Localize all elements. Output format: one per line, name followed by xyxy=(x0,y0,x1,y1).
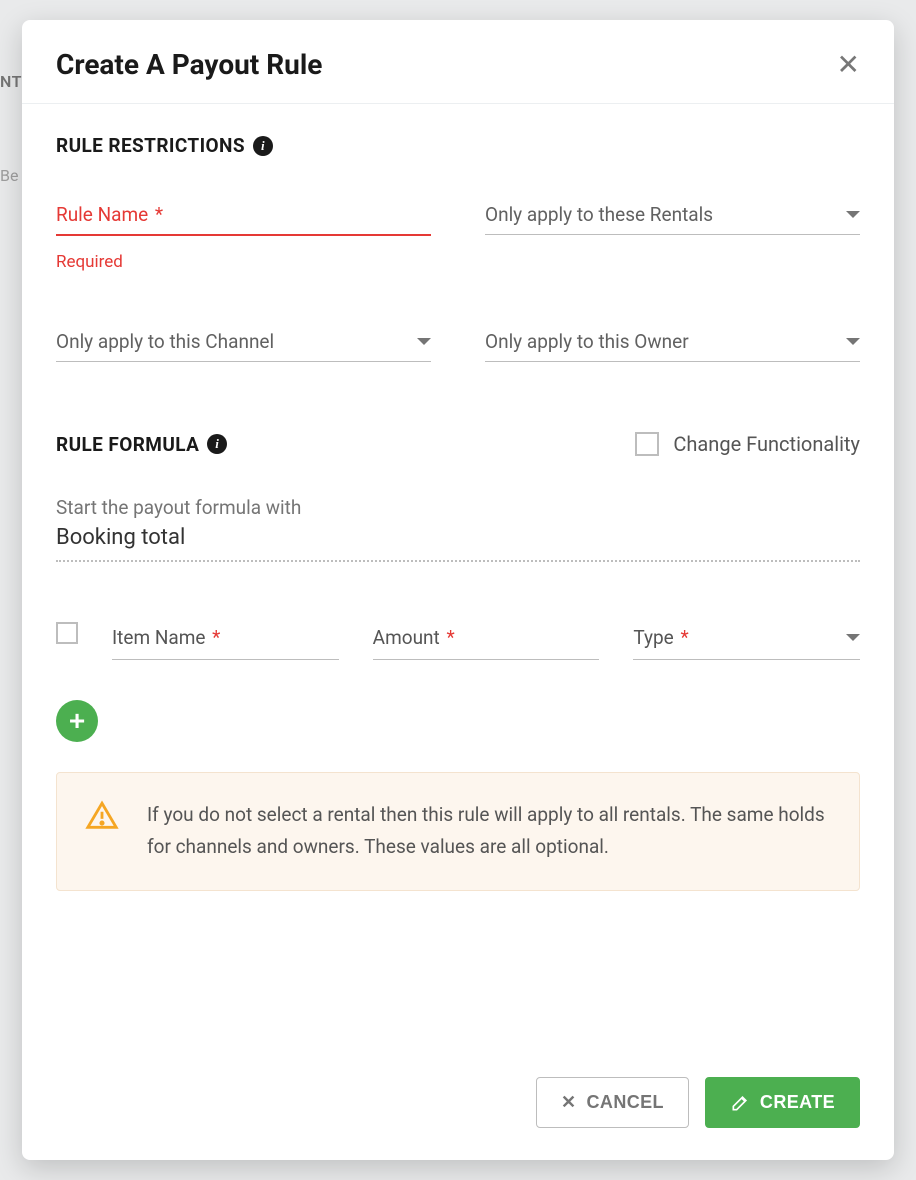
change-functionality-checkbox[interactable] xyxy=(635,432,659,456)
channel-underline xyxy=(56,361,431,362)
close-icon: ✕ xyxy=(837,49,860,80)
cancel-label: CANCEL xyxy=(587,1092,664,1113)
change-functionality-toggle[interactable]: Change Functionality xyxy=(635,432,860,456)
chevron-down-icon xyxy=(846,634,860,641)
rentals-label: Only apply to these Rentals xyxy=(485,203,713,226)
owner-underline xyxy=(485,361,860,362)
rule-formula-label: RULE FORMULA xyxy=(56,433,199,456)
modal-body: RULE RESTRICTIONS i Rule Name * Required… xyxy=(22,104,894,1057)
owner-label: Only apply to this Owner xyxy=(485,330,689,353)
type-label: Type * xyxy=(633,626,688,649)
chevron-down-icon xyxy=(846,338,860,345)
rule-name-underline xyxy=(56,234,431,236)
create-label: CREATE xyxy=(760,1092,835,1113)
rule-formula-row: RULE FORMULA i Change Functionality xyxy=(56,432,860,456)
item-name-underline xyxy=(112,659,339,660)
modal-header: Create A Payout Rule ✕ xyxy=(22,20,894,104)
line-item-checkbox[interactable] xyxy=(56,622,78,644)
rentals-underline xyxy=(485,234,860,235)
amount-underline xyxy=(373,659,600,660)
modal-footer: ✕ CANCEL CREATE xyxy=(22,1057,894,1160)
type-underline xyxy=(633,659,860,660)
restrictions-grid: Rule Name * Required Only apply to these… xyxy=(56,203,860,362)
modal-title: Create A Payout Rule xyxy=(56,48,322,81)
create-payout-rule-modal: Create A Payout Rule ✕ RULE RESTRICTIONS… xyxy=(22,20,894,1160)
chevron-down-icon xyxy=(417,338,431,345)
close-button[interactable]: ✕ xyxy=(837,51,860,79)
info-alert: If you do not select a rental then this … xyxy=(56,772,860,891)
rule-restrictions-label: RULE RESTRICTIONS xyxy=(56,134,245,157)
add-line-item-button[interactable]: + xyxy=(56,700,98,742)
amount-label: Amount * xyxy=(373,626,455,649)
background-text-1: NT xyxy=(0,72,22,91)
info-icon[interactable]: i xyxy=(253,136,273,156)
start-formula-hint: Start the payout formula with xyxy=(56,496,860,519)
item-name-field[interactable]: Item Name * xyxy=(112,626,339,660)
rule-formula-heading: RULE FORMULA i xyxy=(56,433,227,456)
start-formula-select[interactable]: Booking total xyxy=(56,525,860,562)
cancel-button[interactable]: ✕ CANCEL xyxy=(536,1077,689,1128)
close-icon: ✕ xyxy=(561,1092,576,1113)
info-alert-text: If you do not select a rental then this … xyxy=(147,799,831,864)
background-text-2: Be xyxy=(0,166,18,185)
channel-select[interactable]: Only apply to this Channel xyxy=(56,330,431,362)
channel-label: Only apply to this Channel xyxy=(56,330,274,353)
rule-name-field[interactable]: Rule Name * Required xyxy=(56,203,431,272)
rule-name-helper: Required xyxy=(56,252,431,272)
create-button[interactable]: CREATE xyxy=(705,1077,860,1128)
warning-icon xyxy=(85,799,119,837)
line-item-row: Item Name * Amount * Type * xyxy=(56,622,860,660)
edit-icon xyxy=(730,1093,750,1113)
owner-select[interactable]: Only apply to this Owner xyxy=(485,330,860,362)
rentals-select[interactable]: Only apply to these Rentals xyxy=(485,203,860,272)
info-icon[interactable]: i xyxy=(207,434,227,454)
amount-field[interactable]: Amount * xyxy=(373,626,600,660)
change-functionality-label: Change Functionality xyxy=(673,432,860,456)
plus-icon: + xyxy=(69,705,85,737)
type-select[interactable]: Type * xyxy=(633,626,860,660)
chevron-down-icon xyxy=(846,211,860,218)
rule-name-label: Rule Name * xyxy=(56,203,431,226)
item-name-label: Item Name * xyxy=(112,626,220,649)
rule-restrictions-heading: RULE RESTRICTIONS i xyxy=(56,134,860,157)
